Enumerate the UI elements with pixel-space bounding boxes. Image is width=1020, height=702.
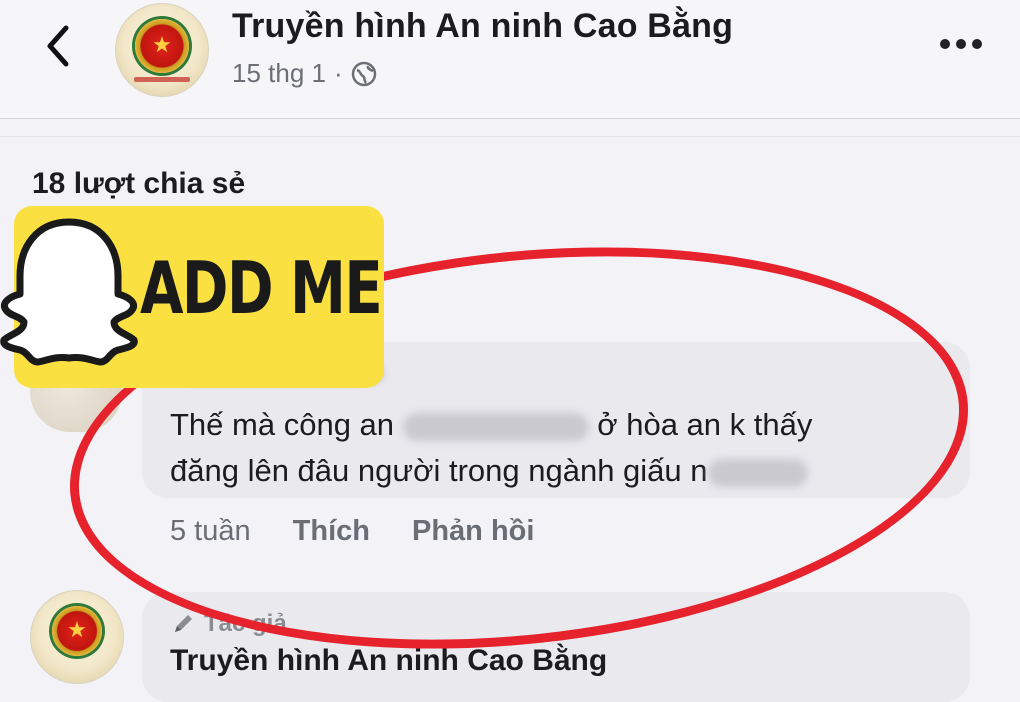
reply-button[interactable]: Phản hồi	[412, 515, 534, 548]
comment-line-2: đăng lên đâu người trong ngành giấu n	[170, 448, 950, 494]
share-count[interactable]: 18 lượt chia sẻ	[32, 167, 245, 201]
avatar-caption-strip	[134, 77, 190, 82]
comment-text: Thế mà công an ở hòa an k thấy đăng lên …	[170, 402, 950, 494]
back-arrow-icon[interactable]	[38, 22, 78, 70]
header-divider	[0, 118, 1020, 119]
reply-page-avatar[interactable]	[30, 590, 124, 684]
page-name[interactable]: Truyền hình An ninh Cao Bằng	[232, 7, 733, 46]
police-emblem-icon	[52, 606, 102, 657]
redacted-text	[402, 412, 589, 441]
comment-time[interactable]: 5 tuần	[170, 515, 251, 548]
like-button[interactable]: Thích	[293, 515, 370, 548]
add-me-text: ADD ME	[140, 246, 383, 330]
more-options-icon[interactable]	[938, 36, 984, 52]
comment-line-1: Thế mà công an ở hòa an k thấy	[170, 402, 950, 448]
comment-actions: 5 tuần Thích Phản hồi	[170, 515, 534, 548]
ghost-icon	[0, 218, 138, 366]
pencil-icon	[175, 615, 192, 632]
comment-line-2-start: đăng lên đâu người trong ngành giấu n	[170, 453, 708, 488]
author-badge: Tác giả	[170, 610, 287, 638]
meta-separator: ·	[333, 58, 343, 88]
section-divider	[0, 136, 1020, 137]
police-emblem-icon	[135, 19, 189, 74]
post-date[interactable]: 15 thg 1	[232, 58, 326, 89]
comment-line-1-end: ở hòa an k thấy	[597, 407, 813, 442]
author-badge-label: Tác giả	[204, 610, 287, 637]
reply-author-name[interactable]: Truyền hình An ninh Cao Bằng	[170, 644, 607, 678]
globe-icon	[351, 61, 376, 86]
page-avatar[interactable]	[115, 3, 209, 97]
redacted-text	[707, 458, 808, 487]
comment-line-1-start: Thế mà công an	[170, 407, 395, 442]
post-meta: 15 thg 1 ·	[232, 58, 377, 89]
